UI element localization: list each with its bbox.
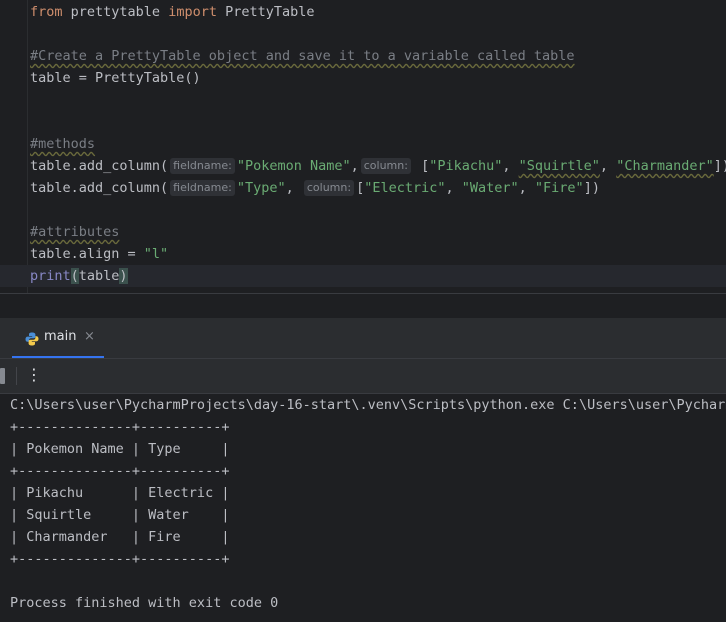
list-item-string: "Pikachu" — [429, 158, 503, 174]
code-line-comment-attributes[interactable]: #attributes — [30, 221, 119, 243]
bracket-open: [ — [356, 180, 365, 196]
paren-close: ) — [119, 268, 128, 284]
method-call: table.add_column( — [30, 158, 169, 174]
code-line-table-assign[interactable]: table = PrettyTable() — [30, 67, 201, 89]
list-item-string: "Electric" — [364, 180, 446, 196]
keyword-import: import — [168, 4, 217, 20]
module-name: prettytable — [62, 4, 169, 20]
code-line-align[interactable]: table.align = "l" — [30, 243, 168, 265]
active-tab-indicator — [12, 356, 104, 358]
run-tool-window-header: main × — [0, 318, 726, 359]
editor-bottom-gap — [0, 294, 726, 318]
keyword-from: from — [30, 4, 63, 20]
string-literal: "l" — [143, 246, 169, 262]
code-text: table.align = — [30, 246, 144, 262]
code-line-import[interactable]: from prettytable import PrettyTable — [30, 1, 315, 23]
paren-open: ( — [70, 268, 79, 284]
builtin-print: print — [30, 268, 71, 284]
run-tab-label: main — [44, 329, 77, 344]
list-item-string: "Charmander" — [616, 158, 714, 174]
string-literal: "Pokemon Name" — [236, 158, 351, 174]
toolbar-separator — [16, 367, 17, 385]
console-line: | Pokemon Name | Type | — [10, 441, 230, 457]
comment-text: #attributes — [30, 224, 120, 240]
method-call: table.add_column( — [30, 180, 169, 196]
toolbar-edge-icon[interactable] — [0, 368, 5, 384]
run-tab-main[interactable]: main × — [12, 318, 104, 358]
list-item-string: "Squirtle" — [518, 158, 600, 174]
console-line: C:\Users\user\PycharmProjects\day-16-sta… — [10, 397, 726, 413]
inlay-hint-fieldname: fieldname: — [170, 158, 235, 174]
more-options-icon[interactable]: ⋮ — [26, 365, 42, 385]
code-text: table = PrettyTable() — [30, 70, 201, 86]
code-line-print[interactable]: print(table) — [30, 265, 128, 287]
close-icon[interactable]: × — [84, 329, 95, 344]
class-name: PrettyTable — [216, 4, 315, 20]
comment-text: #methods — [30, 136, 96, 152]
console-line: | Squirtle | Water | — [10, 507, 230, 523]
run-toolbar: ⋮ — [0, 359, 726, 394]
console-line: +--------------+----------+ — [10, 463, 230, 479]
code-line-add-column-type[interactable]: table.add_column(fieldname: "Type", colum… — [30, 177, 600, 199]
bracket-open: [ — [412, 158, 430, 174]
bracket-close: ]) — [713, 158, 726, 174]
console-line: Process finished with exit code 0 — [10, 595, 279, 611]
console-line: +--------------+----------+ — [10, 551, 230, 567]
code-line-comment-create[interactable]: #Create a PrettyTable object and save it… — [30, 45, 575, 67]
comment-text: #Create a PrettyTable object and save it… — [30, 48, 575, 64]
console-line: | Charmander | Fire | — [10, 529, 230, 545]
bracket-close: ]) — [583, 180, 600, 196]
code-editor[interactable]: from prettytable import PrettyTable #Cre… — [0, 0, 726, 293]
inlay-hint-fieldname: fieldname: — [170, 180, 235, 196]
python-icon — [25, 331, 39, 346]
list-item-string: "Fire" — [534, 180, 584, 196]
code-line-comment-methods[interactable]: #methods — [30, 133, 95, 155]
gutter-divider — [27, 0, 28, 293]
console-line: +--------------+----------+ — [10, 419, 230, 435]
list-item-string: "Water" — [461, 180, 519, 196]
code-line-add-column-name[interactable]: table.add_column(fieldname: "Pokemon Name… — [30, 155, 726, 177]
argument: table — [78, 268, 120, 284]
inlay-hint-column: column: — [360, 158, 411, 174]
console-line: | Pikachu | Electric | — [10, 485, 230, 501]
inlay-hint-column: column: — [303, 180, 355, 196]
string-literal: "Type" — [236, 180, 286, 196]
separator: , — [350, 158, 359, 174]
separator: , — [285, 180, 302, 196]
console-output[interactable]: C:\Users\user\PycharmProjects\day-16-sta… — [0, 394, 726, 622]
